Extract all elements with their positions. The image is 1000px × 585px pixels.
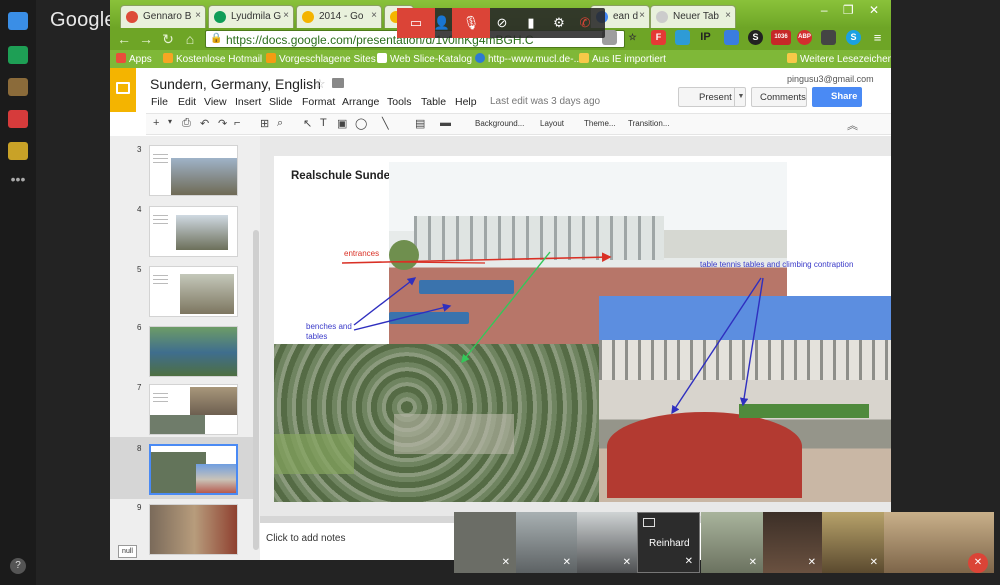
screen-icon bbox=[643, 518, 655, 527]
photos-icon[interactable] bbox=[8, 142, 28, 160]
hangouts-sidebar: ••• bbox=[0, 0, 36, 585]
participant-video[interactable]: ✕ bbox=[454, 512, 516, 573]
tables-label[interactable]: tables bbox=[306, 332, 327, 341]
screenshare-icon[interactable] bbox=[8, 46, 28, 64]
tabletennis-arrow bbox=[739, 277, 764, 407]
remote-desktop-icon[interactable] bbox=[8, 78, 28, 96]
participant-video[interactable]: ✕ bbox=[822, 512, 884, 573]
entrance-arrow bbox=[395, 261, 486, 264]
participant-video[interactable]: ✕ bbox=[701, 512, 763, 573]
mic-muted-icon: ✕ bbox=[869, 557, 878, 568]
tabletennis-arrow bbox=[671, 277, 762, 415]
hangup-icon[interactable]: ✆ bbox=[566, 8, 604, 38]
toolbox-icon[interactable] bbox=[8, 110, 28, 128]
participant-video[interactable]: ✕ bbox=[763, 512, 822, 573]
mic-muted-icon: ✕ bbox=[807, 557, 816, 568]
speaker-notes[interactable]: Click to add notes bbox=[266, 533, 346, 544]
participant-video[interactable]: ✕ bbox=[577, 512, 637, 573]
bench-arrow bbox=[353, 277, 417, 326]
benches-label[interactable]: benches and bbox=[306, 322, 352, 331]
mic-muted-icon: ✕ bbox=[748, 557, 757, 568]
mic-muted-icon: ✕ bbox=[501, 557, 510, 568]
entrances-label[interactable]: entrances bbox=[344, 249, 379, 258]
tabletennis-label[interactable]: table tennis tables and climbing contrap… bbox=[700, 260, 853, 269]
mic-muted-icon: ✕ bbox=[622, 557, 631, 568]
browser-window: Gennaro B × Lyudmila G × 2014 - Go × ean d ×… bbox=[110, 0, 891, 560]
more-apps-icon[interactable]: ••• bbox=[8, 172, 28, 192]
participant-name: Reinhard bbox=[649, 538, 690, 549]
mic-muted-icon: ✕ bbox=[684, 556, 693, 567]
bench-arrow bbox=[353, 303, 452, 331]
mic-muted-icon: ✕ bbox=[562, 557, 571, 568]
entrance-arrow bbox=[341, 252, 612, 264]
google-logo: Google bbox=[50, 9, 116, 31]
map-arrow bbox=[461, 251, 551, 364]
mic-muted-self-icon[interactable]: ✕ bbox=[968, 553, 988, 573]
annotation-arrows bbox=[341, 251, 764, 415]
help-icon[interactable]: ? bbox=[10, 558, 26, 574]
participant-video[interactable]: ✕ bbox=[516, 512, 577, 573]
chat-icon[interactable] bbox=[8, 12, 28, 30]
